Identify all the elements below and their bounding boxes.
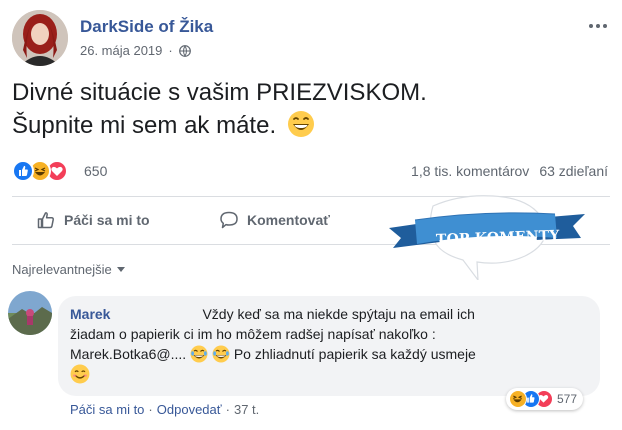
comment-sort-dropdown[interactable]: Najrelevantnejšie (12, 262, 125, 277)
comment-bubble: Marek Vždy keď sa ma niekde spýtaju na em… (58, 296, 600, 396)
separator-dot: · (168, 43, 173, 58)
reaction-count[interactable]: 650 (84, 163, 107, 179)
laughing-tears-emoji-icon (212, 345, 230, 363)
reaction-icons[interactable] (12, 160, 68, 182)
comment-reply-link[interactable]: Odpovedať (157, 402, 222, 417)
post-text: Divné situácie s vašim PRIEZVISKOM. Šupn… (12, 76, 602, 142)
smiling-face-emoji-icon (70, 364, 90, 384)
sort-label: Najrelevantnejšie (12, 262, 112, 277)
thumbs-up-icon (37, 212, 54, 229)
comment-reactions[interactable]: 577 (506, 388, 584, 410)
comment-line-3: Marek.Botka6@.... Po zhliadnutí papierik… (70, 344, 588, 364)
comment-button-label: Komentovať (247, 212, 330, 228)
comment-text-line-3: Po zhliadnutí papierik sa každý usmeje (233, 346, 476, 362)
post-header: DarkSide of Žika 26. mája 2019 · (12, 10, 612, 66)
comment-text-line-1: Vždy keď sa ma niekde spýtaju na email i… (202, 306, 475, 322)
speech-bubble-icon (220, 211, 238, 229)
comment-email-text: Marek.Botka6@.... (70, 346, 187, 362)
comment-actions: Páči sa mi to · Odpovedať · 37 t. (70, 402, 259, 417)
post-meta: 26. mája 2019 · (80, 43, 191, 58)
globe-icon (178, 44, 191, 57)
laughing-tears-emoji-icon (190, 345, 208, 363)
post-stats: 1,8 tis. komentárov 63 zdieľaní (411, 163, 608, 179)
haha-icon (509, 390, 527, 408)
post-author-link[interactable]: DarkSide of Žika (80, 17, 213, 37)
comment-line-4 (70, 364, 588, 385)
comment-text-line-2: žiadam o papierik ci im ho môžem radšej … (70, 326, 436, 342)
comment-time[interactable]: 37 t. (234, 402, 259, 417)
like-button-label: Páči sa mi to (64, 212, 150, 228)
commenter-avatar[interactable] (8, 291, 52, 335)
separator-dot: · (225, 402, 230, 417)
post-date[interactable]: 26. mája 2019 (80, 43, 162, 58)
comment-reaction-count: 577 (557, 392, 578, 406)
caret-down-icon (116, 267, 125, 272)
reactions-summary: 650 1,8 tis. komentárov 63 zdieľaní (12, 160, 608, 184)
comment-like-link[interactable]: Páči sa mi to (70, 402, 144, 417)
more-options-icon[interactable] (586, 20, 610, 32)
share-count-link[interactable]: 63 zdieľaní (539, 163, 608, 179)
comment-button[interactable]: Komentovať (219, 210, 330, 230)
page-avatar[interactable] (12, 10, 68, 66)
post-text-line-1: Divné situácie s vašim PRIEZVISKOM. (12, 79, 427, 106)
like-button[interactable]: Páči sa mi to (36, 210, 150, 230)
comment-author-link[interactable]: Marek (70, 306, 110, 322)
comment-count-link[interactable]: 1,8 tis. komentárov (411, 163, 529, 179)
grinning-face-emoji-icon (287, 111, 314, 137)
comment-line-1: Marek Vždy keď sa ma niekde spýtaju na em… (70, 304, 588, 324)
like-icon (12, 160, 34, 182)
post-text-line-2-text: Šupnite mi sem ak máte. (12, 112, 277, 139)
separator-dot: · (148, 402, 153, 417)
post-text-line-2: Šupnite mi sem ak máte. (12, 109, 602, 142)
top-comments-badge: TOP KOMENTY (385, 190, 585, 282)
